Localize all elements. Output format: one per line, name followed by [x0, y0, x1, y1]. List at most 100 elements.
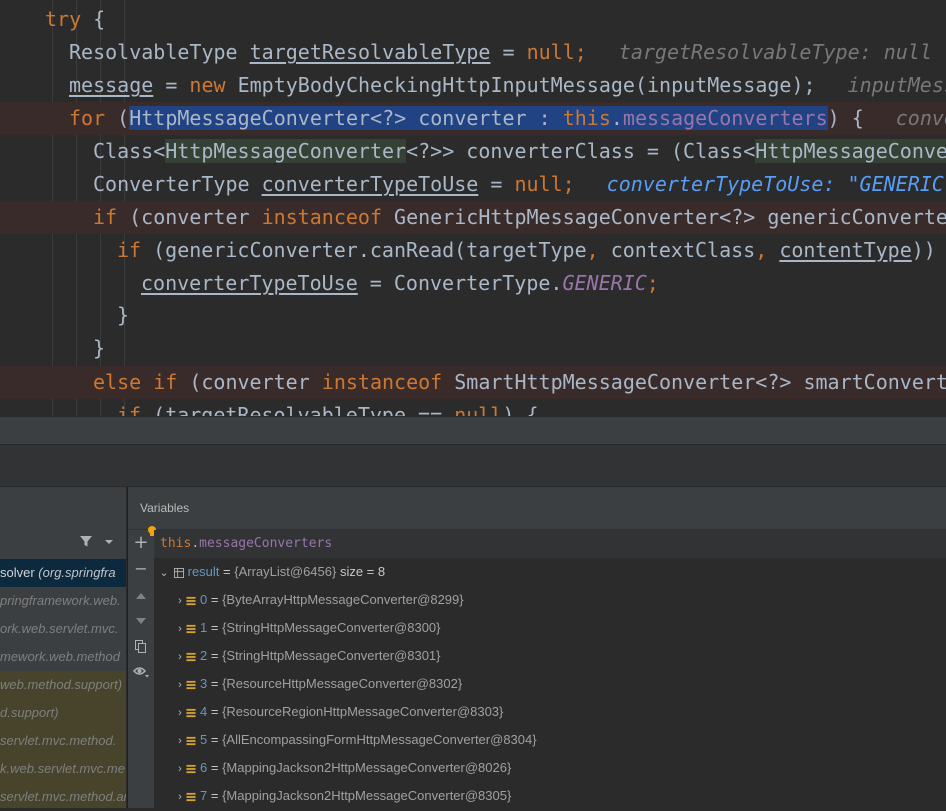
code-token: EmptyBodyCheckingHttpInputMessage(inputM… [225, 73, 816, 97]
variables-side-toolbar: + − [128, 526, 156, 808]
watch-token: this [160, 536, 192, 551]
inline-debug-hint: converterTypeToUse: "GENERIC" [606, 172, 946, 196]
frame-item[interactable]: d.support) [0, 699, 126, 727]
debug-tool-window-header[interactable] [0, 416, 946, 445]
watch-expression[interactable]: this.messageConverters [154, 530, 946, 558]
chevron-right-icon[interactable]: › [174, 727, 186, 755]
tree-row[interactable]: › 1 = {StringHttpMessageConverter@8300} [154, 614, 946, 642]
frame-label: d.support) [0, 705, 59, 720]
frame-item[interactable]: mework.web.method [0, 643, 126, 671]
code-token: ( [105, 106, 130, 130]
code-line: message = new EmptyBodyCheckingHttpInput… [0, 69, 946, 102]
code-token: converterTypeToUse [141, 271, 358, 295]
code-token: null [514, 172, 563, 196]
inline-debug-hint: inputMess [847, 73, 946, 97]
code-token: this [562, 106, 611, 130]
code-token: message [69, 73, 154, 97]
code-token: ) { [502, 403, 539, 416]
code-token: } [93, 336, 106, 360]
frame-item[interactable]: servlet.mvc.method.an [0, 783, 126, 808]
item-value: {StringHttpMessageConverter@8300} [222, 620, 441, 635]
frame-item[interactable]: web.method.support) [0, 671, 126, 699]
code-token: , [755, 238, 768, 262]
tree-row[interactable]: › 2 = {StringHttpMessageConverter@8301} [154, 642, 946, 670]
code-token: targetResolvableType [165, 403, 407, 416]
frame-package: (org.springfra [34, 565, 116, 580]
frame-item[interactable]: pringframework.web. [0, 587, 126, 615]
code-token: (converter [177, 370, 322, 394]
frame-item[interactable]: servlet.mvc.method. [0, 727, 126, 755]
code-token: ( [141, 403, 166, 416]
frame-item[interactable]: solver (org.springfra [0, 559, 126, 587]
variables-panel[interactable]: Variables + − this.messageConverters ⌄ r… [127, 486, 946, 808]
chevron-right-icon[interactable]: › [174, 699, 186, 727]
code-editor[interactable]: try { ResolvableType targetResolvableTyp… [0, 0, 946, 416]
code-token: = ConverterType. [357, 271, 563, 295]
chevron-right-icon[interactable]: › [174, 587, 186, 615]
minus-icon[interactable]: − [132, 560, 150, 578]
tree-row[interactable]: › 7 = {MappingJackson2HttpMessageConverte… [154, 782, 946, 810]
code-token: GenericHttpMessageConverter<?> genericCo… [382, 205, 946, 229]
frame-item[interactable]: k.web.servlet.mvc.me [0, 755, 126, 783]
item-eq: = [207, 676, 223, 691]
variable-name: result [187, 564, 220, 579]
code-token: converterTypeToUse [261, 172, 479, 196]
code-token: ; [646, 271, 659, 295]
item-value: {ResourceHttpMessageConverter@8302} [222, 676, 463, 691]
filter-icon[interactable] [79, 534, 93, 548]
code-token: . [610, 106, 623, 130]
frame-method: solver [0, 565, 35, 580]
item-eq: = [207, 788, 223, 803]
variable-size: size = 8 [336, 564, 386, 579]
chevron-right-icon[interactable]: › [174, 671, 186, 699]
arrow-up-icon[interactable] [136, 592, 146, 599]
field-icon [186, 736, 196, 745]
frames-panel[interactable]: solver (org.springfra pringframework.web… [0, 486, 126, 808]
frame-label: mework.web.method [0, 649, 120, 664]
code-token: , [586, 238, 599, 262]
chevron-right-icon[interactable]: › [174, 615, 186, 643]
debug-toolbar[interactable] [0, 444, 946, 487]
chevron-right-icon[interactable]: › [174, 643, 186, 671]
item-value: {MappingJackson2HttpMessageConverter@802… [222, 760, 512, 775]
code-token: (converter [117, 205, 262, 229]
item-eq: = [207, 704, 223, 719]
tree-row[interactable]: › 6 = {MappingJackson2HttpMessageConverte… [154, 754, 946, 782]
code-token: GENERIC [562, 271, 647, 295]
chevron-down-icon[interactable]: ⌄ [158, 559, 170, 587]
field-icon [186, 624, 196, 633]
item-value: {MappingJackson2HttpMessageConverter@830… [222, 788, 512, 803]
chevron-down-icon[interactable] [104, 539, 114, 545]
code-token: ResolvableType [69, 40, 250, 64]
tree-row[interactable]: › 0 = {ByteArrayHttpMessageConverter@8299… [154, 586, 946, 614]
code-line: ResolvableType targetResolvableType = nu… [0, 36, 946, 69]
frame-label: servlet.mvc.method. [0, 733, 117, 748]
code-token: targetResolvableType [249, 40, 491, 64]
frame-label: servlet.mvc.method.an [0, 789, 126, 804]
watch-token: . [191, 536, 200, 551]
eye-icon[interactable] [133, 666, 150, 678]
item-eq: = [207, 732, 223, 747]
frame-label: k.web.servlet.mvc.me [0, 761, 125, 776]
tree-row[interactable]: › 3 = {ResourceHttpMessageConverter@8302} [154, 670, 946, 698]
inline-debug-hint: targetResolvableType: null [618, 40, 932, 64]
chevron-right-icon[interactable]: › [174, 755, 186, 783]
code-token: messageConverters [622, 106, 828, 130]
item-eq: = [207, 648, 223, 663]
tree-row[interactable]: › 5 = {AllEncompassingFormHttpMessageConv… [154, 726, 946, 754]
code-token: = [153, 73, 190, 97]
code-line: Class<HttpMessageConverter<?>> converter… [0, 135, 946, 168]
copy-icon[interactable] [135, 640, 147, 653]
frame-item[interactable]: ork.web.servlet.mvc. [0, 615, 126, 643]
tree-row-result[interactable]: ⌄ result = {ArrayList@6456} size = 8 [154, 558, 946, 586]
code-token: Class< [93, 139, 166, 163]
field-icon [186, 708, 196, 717]
code-token: ConverterType [93, 172, 262, 196]
code-token: SmartHttpMessageConverter<?> smartConver… [442, 370, 946, 394]
code-token: null [454, 403, 503, 416]
tree-row[interactable]: › 4 = {ResourceRegionHttpMessageConverter… [154, 698, 946, 726]
code-token: HttpMessageConve [755, 139, 946, 163]
code-token: } [117, 303, 130, 327]
arrow-down-icon[interactable] [136, 618, 146, 625]
code-token: null [526, 40, 575, 64]
